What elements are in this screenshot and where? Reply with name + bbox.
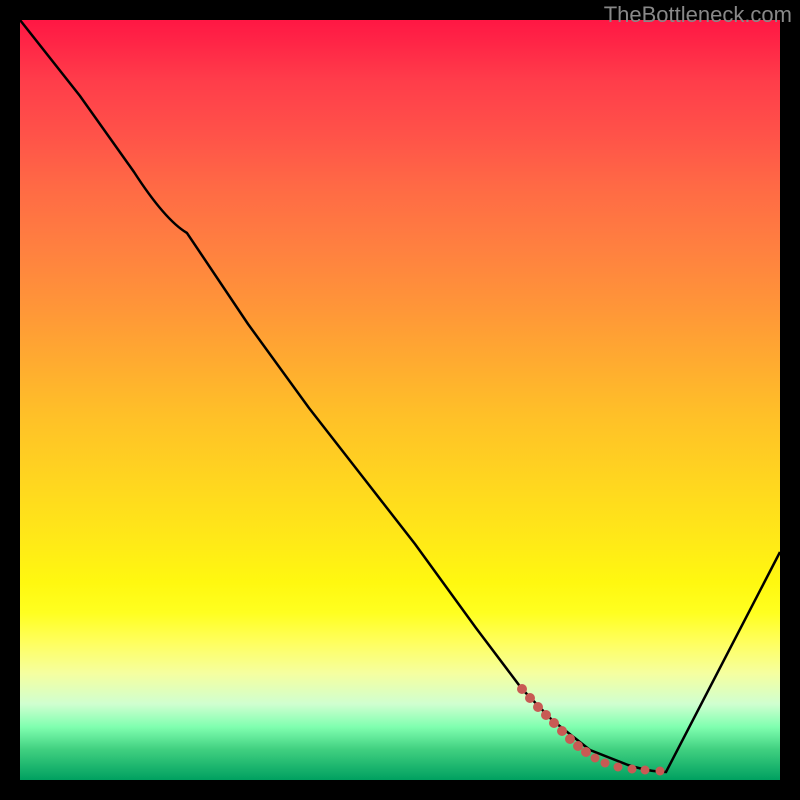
bottleneck-curve-line bbox=[20, 20, 780, 772]
highlight-dots-group bbox=[517, 684, 665, 776]
watermark-text: TheBottleneck.com bbox=[604, 2, 792, 28]
chart-svg bbox=[20, 20, 780, 780]
chart-plot-area bbox=[20, 20, 780, 780]
